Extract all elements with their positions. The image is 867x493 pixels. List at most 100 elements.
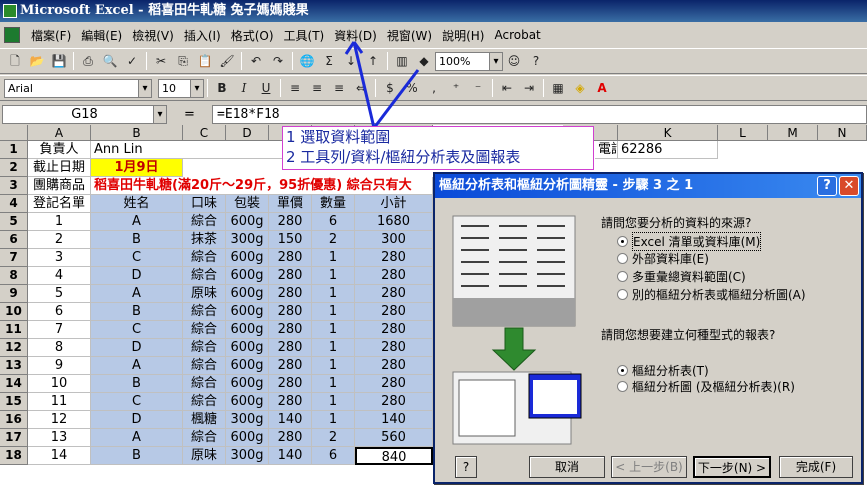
table-cell[interactable]: 280 xyxy=(269,321,312,339)
table-cell[interactable]: 280 xyxy=(355,393,433,411)
table-cell[interactable]: 280 xyxy=(269,393,312,411)
type-pivot-chart-radio[interactable]: 樞紐分析圖 (及樞紐分析表)(R) xyxy=(617,378,795,395)
table-cell[interactable]: B xyxy=(91,231,183,249)
decrease-decimal-icon[interactable]: ⁻ xyxy=(468,78,488,98)
table-cell[interactable]: 280 xyxy=(269,249,312,267)
table-cell[interactable]: 綜合 xyxy=(183,393,226,411)
table-cell[interactable]: 600g xyxy=(226,393,269,411)
column-header-m[interactable]: M xyxy=(768,125,818,141)
menu-help[interactable]: 說明(H) xyxy=(437,27,489,44)
spelling-icon[interactable]: ✓ xyxy=(122,51,142,71)
source-external-db-radio[interactable]: 外部資料庫(E) xyxy=(617,250,709,267)
table-cell[interactable]: 600g xyxy=(226,429,269,447)
merge-center-icon[interactable]: ⇔ xyxy=(351,78,371,98)
table-cell[interactable]: 1 xyxy=(312,357,355,375)
office-help-icon[interactable]: ? xyxy=(526,51,546,71)
table-header-cell[interactable]: 姓名 xyxy=(91,195,183,213)
table-cell[interactable]: 綜合 xyxy=(183,249,226,267)
table-cell[interactable]: 楓糖 xyxy=(183,411,226,429)
table-cell[interactable]: 600g xyxy=(226,213,269,231)
table-cell[interactable]: 280 xyxy=(355,285,433,303)
next-button[interactable]: 下一步(N) > xyxy=(693,456,771,478)
table-header-cell[interactable]: 口味 xyxy=(183,195,226,213)
hyperlink-icon[interactable]: 🌐 xyxy=(297,51,317,71)
table-cell[interactable]: 280 xyxy=(269,429,312,447)
table-cell[interactable]: B xyxy=(91,375,183,393)
cell-a1[interactable]: 負責人 xyxy=(28,141,91,159)
table-cell[interactable]: 6 xyxy=(28,303,91,321)
menu-window[interactable]: 視窗(W) xyxy=(382,27,437,44)
table-cell[interactable]: 280 xyxy=(269,303,312,321)
table-cell[interactable]: 綜合 xyxy=(183,339,226,357)
align-right-icon[interactable]: ≡ xyxy=(329,78,349,98)
drawing-icon[interactable]: ◆ xyxy=(414,51,434,71)
table-cell[interactable]: A xyxy=(91,213,183,231)
save-icon[interactable]: 💾 xyxy=(49,51,69,71)
font-color-icon[interactable]: A xyxy=(592,78,612,98)
table-cell[interactable]: 6 xyxy=(312,447,355,465)
column-header-c[interactable]: C xyxy=(183,125,226,141)
table-cell[interactable]: 280 xyxy=(269,267,312,285)
open-icon[interactable]: 📂 xyxy=(27,51,47,71)
table-cell[interactable]: 600g xyxy=(226,375,269,393)
menu-tools[interactable]: 工具(T) xyxy=(279,27,330,44)
table-cell[interactable]: 600g xyxy=(226,339,269,357)
table-cell[interactable]: 6 xyxy=(312,213,355,231)
table-cell[interactable]: 1 xyxy=(312,249,355,267)
row-header-1[interactable]: 1 xyxy=(0,141,28,159)
row-header-15[interactable]: 15 xyxy=(0,393,28,411)
table-cell[interactable]: 1 xyxy=(312,393,355,411)
cell-b3[interactable]: 稻喜田牛軋糖(滿20斤～29斤，95折優惠) 綜合只有大 xyxy=(91,177,433,195)
table-cell[interactable]: D xyxy=(91,267,183,285)
cell-b2[interactable]: 1月9日 xyxy=(91,159,183,177)
table-header-cell[interactable]: 登記名單 xyxy=(28,195,91,213)
row-header-10[interactable]: 10 xyxy=(0,303,28,321)
table-cell[interactable]: 150 xyxy=(269,231,312,249)
table-header-cell[interactable]: 數量 xyxy=(312,195,355,213)
name-box[interactable]: G18 xyxy=(2,104,167,124)
row-header-18[interactable]: 18 xyxy=(0,447,28,465)
table-header-cell[interactable]: 小計 xyxy=(355,195,433,213)
table-cell[interactable]: 3 xyxy=(28,249,91,267)
table-cell[interactable]: B xyxy=(91,303,183,321)
table-cell[interactable]: 140 xyxy=(269,411,312,429)
align-left-icon[interactable]: ≡ xyxy=(285,78,305,98)
table-cell[interactable]: 600g xyxy=(226,321,269,339)
bold-button[interactable]: B xyxy=(212,78,232,98)
table-cell[interactable]: 600g xyxy=(226,249,269,267)
source-other-pivot-radio[interactable]: 別的樞紐分析表或樞紐分析圖(A) xyxy=(617,286,806,303)
table-cell[interactable]: 13 xyxy=(28,429,91,447)
cut-icon[interactable]: ✂ xyxy=(151,51,171,71)
source-multiple-ranges-radio[interactable]: 多重彙總資料範圍(C) xyxy=(617,268,746,285)
menu-format[interactable]: 格式(O) xyxy=(226,27,279,44)
row-header-5[interactable]: 5 xyxy=(0,213,28,231)
cell-b1[interactable]: Ann Lin xyxy=(91,141,291,159)
back-button[interactable]: < 上一步(B) xyxy=(611,456,687,478)
row-header-2[interactable]: 2 xyxy=(0,159,28,177)
table-cell[interactable]: 600g xyxy=(226,285,269,303)
table-cell[interactable]: 1 xyxy=(312,375,355,393)
table-header-cell[interactable]: 單價 xyxy=(269,195,312,213)
table-cell[interactable]: D xyxy=(91,411,183,429)
menu-edit[interactable]: 編輯(E) xyxy=(76,27,127,44)
finish-button[interactable]: 完成(F) xyxy=(779,456,853,478)
row-header-6[interactable]: 6 xyxy=(0,231,28,249)
menu-insert[interactable]: 插入(I) xyxy=(179,27,226,44)
table-cell[interactable]: 280 xyxy=(269,285,312,303)
row-header-14[interactable]: 14 xyxy=(0,375,28,393)
table-cell[interactable]: 2 xyxy=(312,429,355,447)
decrease-indent-icon[interactable]: ⇤ xyxy=(497,78,517,98)
source-excel-list-radio[interactable]: Excel 清單或資料庫(M) xyxy=(617,232,762,251)
formula-input[interactable]: =E18*F18 xyxy=(212,104,867,124)
borders-icon[interactable]: ▦ xyxy=(548,78,568,98)
table-cell[interactable]: 280 xyxy=(269,375,312,393)
cell-k1[interactable]: 62286 xyxy=(618,141,718,159)
table-cell[interactable]: A xyxy=(91,357,183,375)
select-all-corner[interactable] xyxy=(0,125,28,141)
column-header-n[interactable]: N xyxy=(818,125,867,141)
new-icon[interactable]: 🗋 xyxy=(5,51,25,71)
table-cell[interactable]: C xyxy=(91,321,183,339)
redo-icon[interactable]: ↷ xyxy=(268,51,288,71)
column-header-a[interactable]: A xyxy=(28,125,91,141)
table-cell[interactable]: 280 xyxy=(355,321,433,339)
